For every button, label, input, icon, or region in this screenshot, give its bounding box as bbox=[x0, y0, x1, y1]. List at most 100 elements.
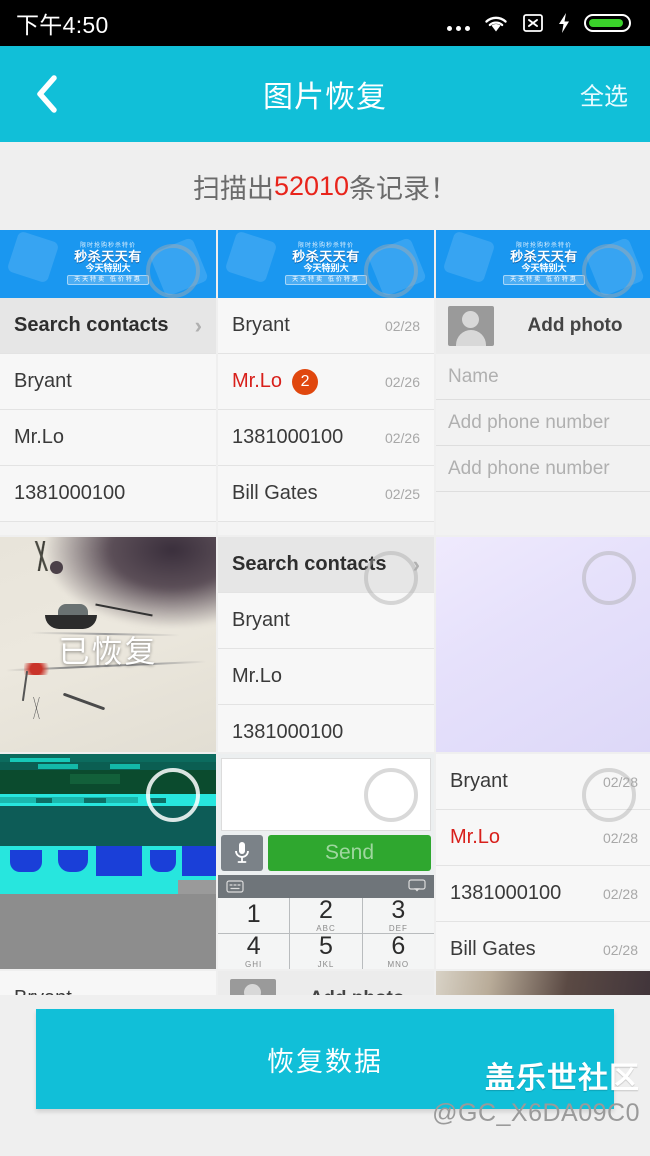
add-contact-form: Add photo bbox=[218, 971, 434, 995]
watermark-handle: @GC_X6DA09C0 bbox=[432, 1099, 640, 1127]
list-item[interactable]: 1381000100 bbox=[218, 705, 434, 752]
list-item[interactable]: Mr.Lo 2 02/26 bbox=[218, 354, 434, 410]
thumbnail-add-contact-form[interactable]: 限时抢购秒杀特价 秒杀天天有 今天特别大 天天特卖 低价特惠 Add photo… bbox=[436, 230, 650, 535]
contact-name: 1381000100 bbox=[232, 721, 344, 743]
key-3[interactable]: 3 DEF bbox=[362, 896, 434, 933]
list-item[interactable]: 1381000100 02/26 bbox=[218, 410, 434, 466]
recovered-overlay-label: 已恢复 bbox=[58, 634, 158, 670]
chevron-right-icon: › bbox=[194, 312, 202, 338]
avatar bbox=[230, 979, 276, 995]
promo-banner-badge: 限时抢购秒杀特价 秒杀天天有 今天特别大 天天特卖 低价特惠 bbox=[493, 240, 595, 288]
phone-field-2[interactable]: Add phone number bbox=[436, 446, 650, 492]
list-item[interactable]: Mr.Lo bbox=[0, 410, 216, 466]
key-number: 4 bbox=[246, 932, 261, 960]
thumbnail-add-contact-partial[interactable]: Add photo bbox=[218, 971, 434, 995]
contact-date: 02/28 bbox=[602, 941, 638, 958]
scan-suffix: 条记录！ bbox=[349, 173, 458, 204]
thumbnail-contacts-search-list-2[interactable]: Search contacts › Bryant Mr.Lo 138100010… bbox=[218, 537, 434, 752]
watermark-title: 盖乐世社区 bbox=[485, 1062, 640, 1095]
hide-keyboard-icon[interactable] bbox=[408, 879, 426, 893]
selection-circle[interactable] bbox=[582, 768, 636, 822]
promo-banner-badge: 限时抢购秒杀特价 秒杀天天有 今天特别大 天天特卖 低价特惠 bbox=[275, 240, 377, 288]
selection-circle[interactable] bbox=[364, 768, 418, 822]
banner-line-3: 今天特别大 bbox=[85, 263, 131, 273]
add-photo-label: Add photo bbox=[292, 988, 422, 995]
thumbnail-dark-photo-partial[interactable] bbox=[436, 971, 650, 995]
add-photo-row[interactable]: Add photo bbox=[436, 298, 650, 354]
send-row: Send bbox=[218, 831, 434, 874]
thumbnail-contacts-search-list[interactable]: 限时抢购秒杀特价 秒杀天天有 今天特别大 天天特卖 低价特惠 Search co… bbox=[0, 230, 216, 535]
key-number: 6 bbox=[391, 932, 406, 960]
keyboard-icon[interactable] bbox=[226, 880, 244, 893]
contact-list: Search contacts › Bryant Mr.Lo 138100010… bbox=[0, 298, 216, 522]
key-2[interactable]: 2 ABC bbox=[290, 898, 362, 933]
key-1[interactable]: 1 bbox=[218, 898, 290, 933]
wifi-icon bbox=[485, 16, 507, 32]
send-button[interactable]: Send bbox=[268, 835, 431, 871]
list-item[interactable]: Bill Gates 02/25 bbox=[218, 466, 434, 522]
charging-bolt-icon bbox=[559, 13, 569, 33]
key-4[interactable]: 4 GHI bbox=[218, 932, 290, 969]
thumbnail-ink-painting-photo[interactable]: 已恢复 bbox=[0, 537, 216, 752]
list-item[interactable]: 1381000100 bbox=[0, 466, 216, 522]
selection-circle[interactable] bbox=[364, 244, 418, 298]
contact-date: 02/26 bbox=[384, 373, 420, 390]
banner-line-3: 今天特别大 bbox=[303, 263, 349, 273]
banner-line-4: 天天特卖 低价特惠 bbox=[67, 275, 149, 285]
list-item[interactable]: 1381000100 02/28 bbox=[436, 866, 650, 922]
contact-name: Mr.Lo bbox=[14, 426, 65, 448]
key-6[interactable]: 6 MNO bbox=[362, 932, 434, 969]
list-item[interactable]: Bryant 02/28 bbox=[218, 298, 434, 354]
phone-field-1[interactable]: Add phone number bbox=[436, 400, 650, 446]
banner-line-2: 秒杀天天有 bbox=[510, 249, 578, 264]
contact-name: Search contacts bbox=[232, 553, 387, 575]
phone-field-placeholder: Add phone number bbox=[448, 457, 610, 479]
add-photo-row[interactable]: Add photo bbox=[218, 971, 434, 995]
key-number: 1 bbox=[246, 900, 261, 928]
add-contact-form: Add photo Name Add phone number Add phon… bbox=[436, 298, 650, 535]
thumbnail-dialer-keypad-screenshot[interactable]: Send 1 2 ABC 3 DEF 4 GHI 5 JKL 6 MNO bbox=[218, 754, 434, 969]
thumbnail-contacts-dated-list-2[interactable]: Bryant 02/28 Mr.Lo 02/28 1381000100 02/2… bbox=[436, 754, 650, 969]
selection-circle[interactable] bbox=[146, 244, 200, 298]
scan-result-line: 扫描出 52010 条记录！ bbox=[0, 142, 650, 230]
name-field-placeholder: Name bbox=[448, 365, 499, 387]
contact-name: Mr.Lo bbox=[232, 665, 283, 687]
contact-date: 02/25 bbox=[384, 485, 420, 502]
back-button[interactable] bbox=[24, 68, 68, 120]
status-icon-group bbox=[447, 12, 634, 34]
chevron-left-icon bbox=[37, 75, 57, 113]
list-item[interactable]: Search contacts › bbox=[0, 298, 216, 354]
list-item[interactable]: Bill Gates 02/28 bbox=[436, 922, 650, 969]
promo-banner-badge: 限时抢购秒杀特价 秒杀天天有 今天特别大 天天特卖 低价特惠 bbox=[57, 240, 159, 288]
contact-date: 02/28 bbox=[384, 317, 420, 334]
selection-circle[interactable] bbox=[146, 768, 200, 822]
key-letters: GHI bbox=[245, 960, 263, 969]
list-item[interactable]: Mr.Lo bbox=[218, 649, 434, 705]
selection-circle[interactable] bbox=[364, 551, 418, 605]
thumbnail-contacts-partial-list[interactable]: Bryant bbox=[0, 971, 216, 995]
phone-field-placeholder: Add phone number bbox=[448, 411, 610, 433]
contact-date: 02/26 bbox=[384, 429, 420, 446]
key-number: 3 bbox=[391, 896, 406, 924]
list-item[interactable]: Bryant bbox=[0, 354, 216, 410]
name-field[interactable]: Name bbox=[436, 354, 650, 400]
key-5[interactable]: 5 JKL bbox=[290, 932, 362, 969]
selection-circle[interactable] bbox=[582, 551, 636, 605]
contact-name: Bryant bbox=[14, 370, 72, 392]
mic-button[interactable] bbox=[221, 835, 263, 871]
contact-name: 1381000100 bbox=[450, 882, 562, 904]
key-number: 5 bbox=[319, 932, 333, 960]
contact-name: 1381000100 bbox=[232, 426, 344, 448]
dark-photo-image bbox=[436, 971, 650, 995]
page-title: 图片恢复 bbox=[263, 81, 387, 114]
scan-prefix: 扫描出 bbox=[192, 173, 274, 204]
add-photo-label: Add photo bbox=[527, 315, 623, 336]
banner-line-1: 限时抢购秒杀特价 bbox=[79, 243, 136, 249]
banner-line-2: 秒杀天天有 bbox=[74, 249, 142, 264]
list-item[interactable]: Bryant bbox=[0, 971, 216, 995]
selection-circle[interactable] bbox=[582, 244, 636, 298]
thumbnail-contacts-dated-list[interactable]: 限时抢购秒杀特价 秒杀天天有 今天特别大 天天特卖 低价特惠 Bryant 02… bbox=[218, 230, 434, 535]
thumbnail-lavender-blank-photo[interactable] bbox=[436, 537, 650, 752]
thumbnail-corrupted-glitch-photo[interactable] bbox=[0, 754, 216, 969]
select-all-button[interactable]: 全选 bbox=[580, 77, 628, 112]
